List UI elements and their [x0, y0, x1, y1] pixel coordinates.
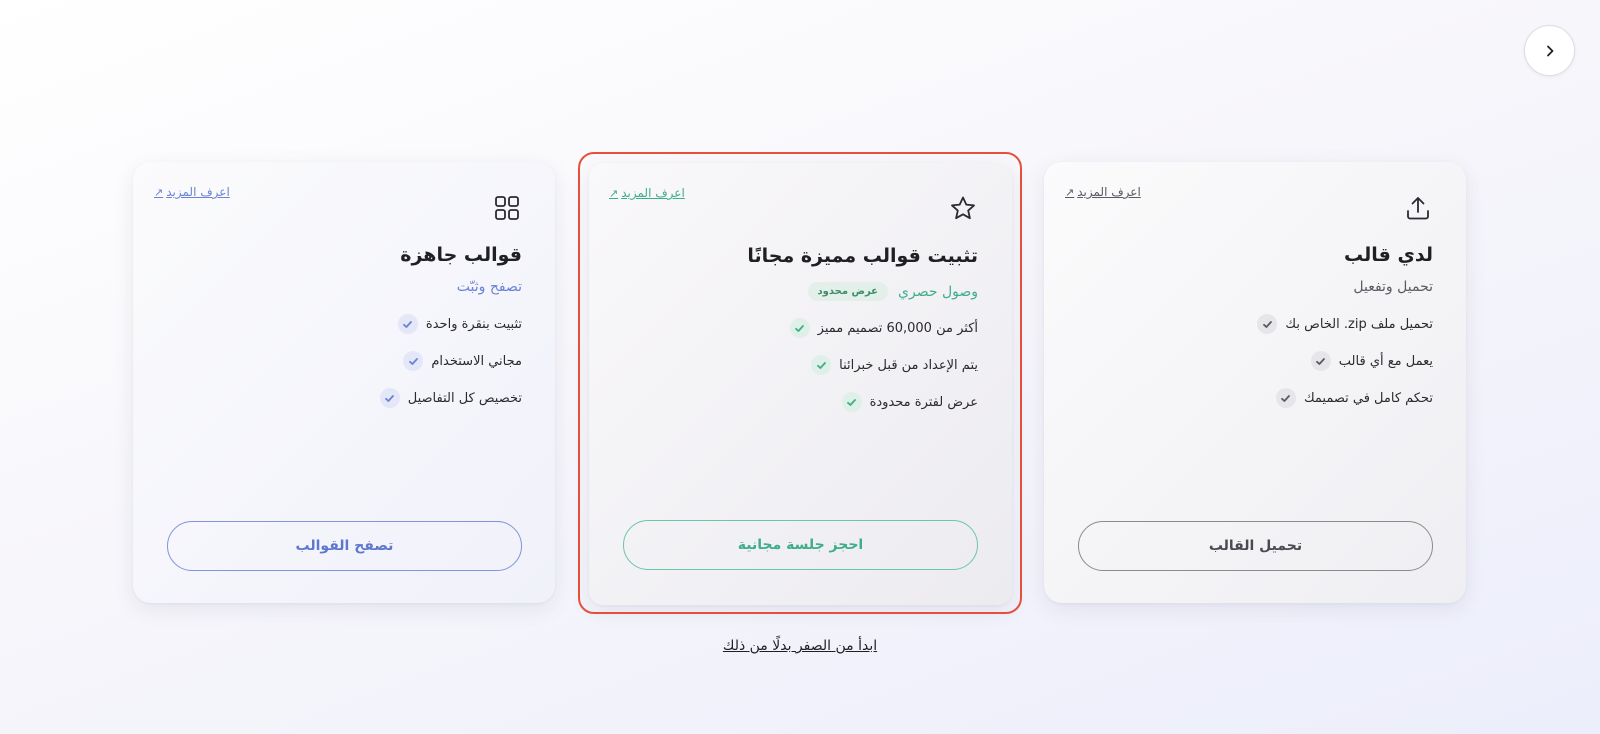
external-arrow-icon: ↗ — [609, 186, 619, 200]
check-icon — [789, 318, 810, 338]
card-upload-template: اعرف المزيد ↗ لدي قالب تحميل وتفعيل تحمي… — [1044, 162, 1466, 603]
feature-item: مجاني الاستخدام — [380, 351, 522, 371]
feature-item: عرض لفترة محدودة — [790, 392, 978, 412]
external-arrow-icon: ↗ — [154, 185, 164, 199]
card-subtitle: وصول حصري — [898, 283, 978, 300]
card-premium-templates: اعرف المزيد ↗ تثبيت قوالب مميزة مجانًا و… — [589, 163, 1012, 605]
feature-item: تثبيت بنقرة واحدة — [380, 314, 522, 334]
card-title: قوالب جاهزة — [400, 244, 522, 266]
next-button[interactable] — [1524, 25, 1575, 76]
card-subtitle: تحميل وتفعيل — [1353, 279, 1433, 295]
check-icon — [1310, 351, 1331, 371]
check-icon — [1257, 314, 1278, 334]
feature-item: تحكم كامل في تصميمك — [1257, 388, 1433, 408]
chevron-right-icon — [1546, 45, 1553, 56]
upload-template-button[interactable]: تحميل القالب — [1078, 521, 1433, 571]
grid-icon — [492, 193, 522, 223]
check-icon — [1275, 388, 1296, 408]
card-title: تثبيت قوالب مميزة مجانًا — [747, 245, 978, 267]
learn-more-label: اعرف المزيد — [1077, 185, 1141, 199]
check-icon — [379, 388, 400, 408]
learn-more-link[interactable]: اعرف المزيد ↗ — [154, 185, 230, 199]
learn-more-link[interactable]: اعرف المزيد ↗ — [1065, 185, 1141, 199]
feature-item: أكثر من 60,000 تصميم مميز — [789, 318, 978, 338]
browse-templates-button[interactable]: تصفح القوالب — [167, 521, 522, 571]
feature-item: يتم الإعداد من قبل خبرائنا — [790, 355, 978, 375]
external-arrow-icon: ↗ — [1065, 185, 1075, 199]
feature-item: تخصيص كل التفاصيل — [379, 388, 522, 408]
learn-more-link[interactable]: اعرف المزيد ↗ — [609, 186, 685, 200]
feature-list: تحميل ملف zip. الخاص بك يعمل مع أي قالب … — [1257, 314, 1433, 425]
check-icon — [811, 355, 832, 375]
start-from-scratch-link[interactable]: ابدأ من الصفر بدلًا من ذلك — [0, 638, 1600, 654]
card-ready-templates: اعرف المزيد ↗ قوالب جاهزة تصفح وثبّت تثب… — [133, 162, 555, 603]
check-icon — [403, 351, 424, 371]
check-icon — [397, 314, 418, 334]
card-title: لدي قالب — [1344, 244, 1433, 266]
feature-item: تحميل ملف zip. الخاص بك — [1257, 314, 1433, 334]
feature-item: يعمل مع أي قالب — [1257, 351, 1433, 371]
learn-more-label: اعرف المزيد — [621, 186, 685, 200]
card-subtitle: تصفح وثبّت — [456, 279, 522, 295]
limited-offer-badge: عرض محدود — [807, 282, 889, 301]
book-free-session-button[interactable]: احجز جلسة مجانية — [623, 520, 978, 570]
feature-list: تثبيت بنقرة واحدة مجاني الاستخدام تخصيص … — [379, 314, 522, 425]
upload-icon — [1403, 193, 1433, 223]
feature-list: أكثر من 60,000 تصميم مميز يتم الإعداد من… — [789, 318, 978, 429]
check-icon — [841, 392, 862, 412]
star-icon — [948, 194, 978, 224]
learn-more-label: اعرف المزيد — [166, 185, 230, 199]
